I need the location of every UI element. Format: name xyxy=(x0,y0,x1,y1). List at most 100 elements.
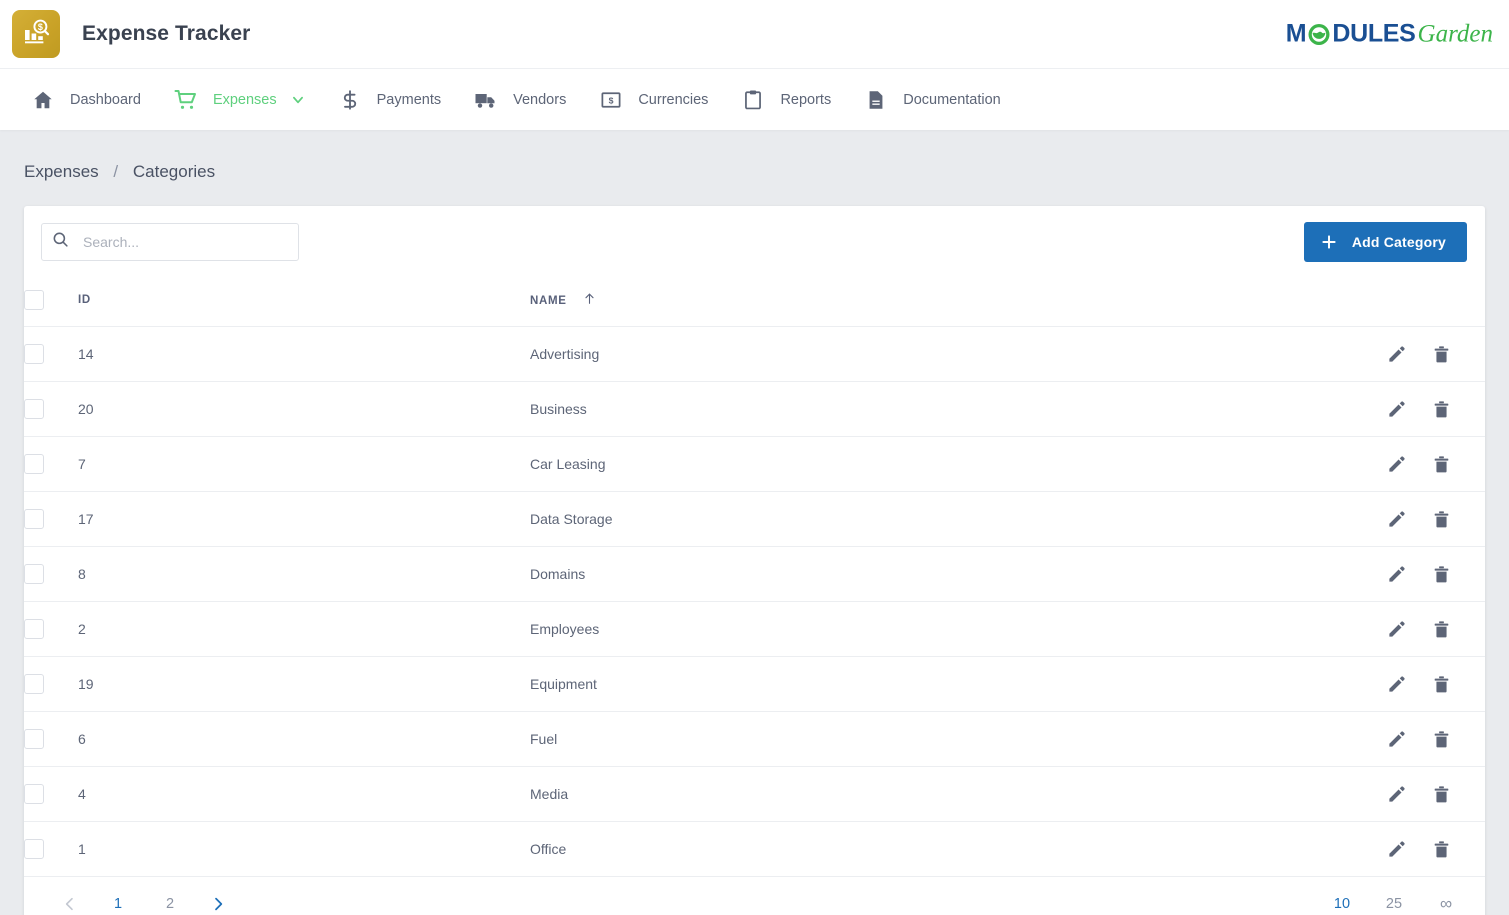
edit-pencil-icon[interactable] xyxy=(1387,455,1406,474)
nav-item-reports[interactable]: Reports xyxy=(724,69,847,130)
brand-text-garden: Garden xyxy=(1418,20,1493,48)
delete-trash-icon[interactable] xyxy=(1432,565,1451,584)
delete-trash-icon[interactable] xyxy=(1432,345,1451,364)
delete-trash-icon[interactable] xyxy=(1432,730,1451,749)
select-all-header xyxy=(24,276,78,327)
delete-trash-icon[interactable] xyxy=(1432,675,1451,694)
row-actions-cell xyxy=(1355,657,1485,712)
row-checkbox[interactable] xyxy=(24,784,44,804)
table-row[interactable]: 20 Business xyxy=(24,382,1485,437)
row-select-cell xyxy=(24,822,78,877)
edit-pencil-icon[interactable] xyxy=(1387,620,1406,639)
nav-item-vendors[interactable]: Vendors xyxy=(457,69,582,130)
edit-pencil-icon[interactable] xyxy=(1387,840,1406,859)
nav-item-dashboard[interactable]: Dashboard xyxy=(14,69,157,130)
select-all-checkbox[interactable] xyxy=(24,290,44,310)
column-header-name-label: NAME xyxy=(530,295,567,307)
row-checkbox[interactable] xyxy=(24,729,44,749)
truck-icon xyxy=(473,87,499,113)
nav-item-payments[interactable]: Payments xyxy=(321,69,457,130)
delete-trash-icon[interactable] xyxy=(1432,400,1451,419)
edit-pencil-icon[interactable] xyxy=(1387,345,1406,364)
table-row[interactable]: 1 Office xyxy=(24,822,1485,877)
chevron-left-icon[interactable] xyxy=(54,889,86,915)
chevron-down-icon[interactable] xyxy=(291,93,305,107)
row-actions-cell xyxy=(1355,327,1485,382)
row-checkbox[interactable] xyxy=(24,454,44,474)
row-actions-cell xyxy=(1355,382,1485,437)
delete-trash-icon[interactable] xyxy=(1432,785,1451,804)
edit-pencil-icon[interactable] xyxy=(1387,785,1406,804)
table-row[interactable]: 4 Media xyxy=(24,767,1485,822)
row-name: Fuel xyxy=(530,712,1355,767)
table-row[interactable]: 19 Equipment xyxy=(24,657,1485,712)
page-button-2[interactable]: 2 xyxy=(154,889,186,915)
edit-pencil-icon[interactable] xyxy=(1387,565,1406,584)
row-id: 1 xyxy=(78,822,530,877)
delete-trash-icon[interactable] xyxy=(1432,620,1451,639)
row-name: Car Leasing xyxy=(530,437,1355,492)
column-header-name[interactable]: NAME xyxy=(530,276,1355,327)
table-row[interactable]: 8 Domains xyxy=(24,547,1485,602)
edit-pencil-icon[interactable] xyxy=(1387,510,1406,529)
nav-item-documentation[interactable]: Documentation xyxy=(847,69,1017,130)
row-checkbox[interactable] xyxy=(24,344,44,364)
plus-icon xyxy=(1320,233,1338,251)
table-header: ID NAME xyxy=(24,276,1485,327)
brand-text-dules: DULES xyxy=(1332,20,1415,49)
row-actions-cell xyxy=(1355,492,1485,547)
nav-item-currencies[interactable]: $ Currencies xyxy=(582,69,724,130)
edit-pencil-icon[interactable] xyxy=(1387,400,1406,419)
page-size-selector: 10 25 ∞ xyxy=(1305,889,1461,915)
table-row[interactable]: 6 Fuel xyxy=(24,712,1485,767)
column-header-id[interactable]: ID xyxy=(78,276,530,327)
chevron-right-icon[interactable] xyxy=(202,889,234,915)
row-name: Employees xyxy=(530,602,1355,657)
svg-text:$: $ xyxy=(38,22,43,32)
brand-text-m: M xyxy=(1286,20,1307,49)
categories-card: Add Category ID NAME xyxy=(24,206,1485,915)
delete-trash-icon[interactable] xyxy=(1432,455,1451,474)
search-box[interactable] xyxy=(41,223,299,261)
page-button-1[interactable]: 1 xyxy=(102,889,134,915)
row-id: 4 xyxy=(78,767,530,822)
breadcrumb-parent[interactable]: Expenses xyxy=(24,162,99,181)
nav-label-payments: Payments xyxy=(377,92,441,108)
card-toolbar: Add Category xyxy=(24,206,1485,276)
breadcrumb-separator: / xyxy=(113,162,118,181)
search-input[interactable] xyxy=(81,233,288,251)
row-select-cell xyxy=(24,382,78,437)
page-size-10[interactable]: 10 xyxy=(1327,889,1357,915)
row-select-cell xyxy=(24,437,78,492)
row-name: Data Storage xyxy=(530,492,1355,547)
row-select-cell xyxy=(24,657,78,712)
table-row[interactable]: 7 Car Leasing xyxy=(24,437,1485,492)
shopping-cart-icon xyxy=(173,87,199,113)
table-row[interactable]: 14 Advertising xyxy=(24,327,1485,382)
row-checkbox[interactable] xyxy=(24,619,44,639)
row-checkbox[interactable] xyxy=(24,674,44,694)
app-title: Expense Tracker xyxy=(82,22,250,46)
arrow-up-icon[interactable] xyxy=(583,291,596,309)
delete-trash-icon[interactable] xyxy=(1432,510,1451,529)
banknote-icon: $ xyxy=(598,87,624,113)
row-name: Equipment xyxy=(530,657,1355,712)
row-name: Domains xyxy=(530,547,1355,602)
nav-item-expenses[interactable]: Expenses xyxy=(157,69,321,130)
table-row[interactable]: 17 Data Storage xyxy=(24,492,1485,547)
nav-label-expenses: Expenses xyxy=(213,92,277,108)
row-checkbox[interactable] xyxy=(24,564,44,584)
row-id: 19 xyxy=(78,657,530,712)
page-size-25[interactable]: 25 xyxy=(1379,889,1409,915)
edit-pencil-icon[interactable] xyxy=(1387,675,1406,694)
globe-icon xyxy=(1307,22,1331,46)
delete-trash-icon[interactable] xyxy=(1432,840,1451,859)
row-checkbox[interactable] xyxy=(24,839,44,859)
table-row[interactable]: 2 Employees xyxy=(24,602,1485,657)
row-checkbox[interactable] xyxy=(24,509,44,529)
edit-pencil-icon[interactable] xyxy=(1387,730,1406,749)
page-size-all[interactable]: ∞ xyxy=(1431,889,1461,915)
row-checkbox[interactable] xyxy=(24,399,44,419)
home-icon xyxy=(30,87,56,113)
add-category-button[interactable]: Add Category xyxy=(1304,222,1467,262)
